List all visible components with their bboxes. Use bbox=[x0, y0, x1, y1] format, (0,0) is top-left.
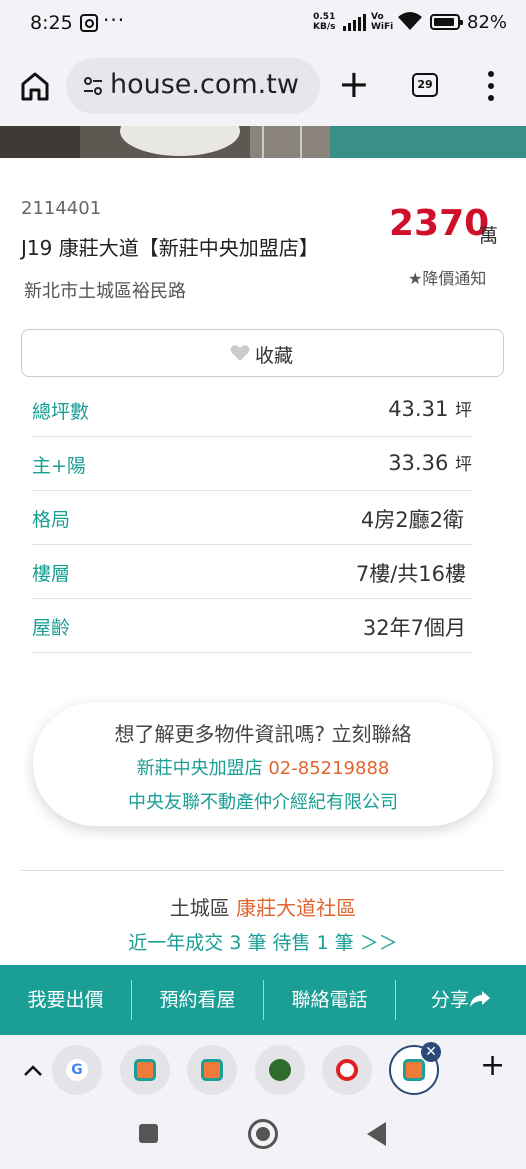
add-tab-button[interactable]: + bbox=[480, 1048, 505, 1083]
vowifi-indicator: Vo WiFi bbox=[371, 12, 393, 32]
spec-row-total-area: 總坪數 43.31 坪 bbox=[31, 383, 472, 437]
spec-unit: 坪 bbox=[455, 455, 472, 475]
house-site-icon bbox=[201, 1059, 223, 1081]
house-site-icon bbox=[403, 1059, 425, 1081]
status-time: 8:25 bbox=[30, 12, 73, 34]
wifi-icon bbox=[398, 12, 422, 30]
spec-label: 主+陽 bbox=[32, 455, 86, 477]
status-bar: 8:25 ··· 0.51 KB/s Vo WiFi 82% bbox=[0, 0, 526, 48]
spec-value: 4房2廳2衛 bbox=[360, 508, 464, 532]
tab-site[interactable] bbox=[255, 1045, 305, 1095]
spec-value: 32年7個月 bbox=[362, 616, 466, 640]
chevron-up-icon[interactable] bbox=[22, 1063, 44, 1077]
spec-number: 43.31 bbox=[388, 397, 449, 421]
system-nav-bar bbox=[0, 1105, 526, 1169]
house-site-icon bbox=[134, 1059, 156, 1081]
company-name: 中央友聯不動產仲介經紀有限公司 bbox=[128, 792, 398, 813]
tab-site[interactable] bbox=[322, 1045, 372, 1095]
favorite-label: 收藏 bbox=[255, 345, 294, 367]
spec-label: 樓層 bbox=[32, 563, 71, 585]
address-bar[interactable]: house.com.tw bbox=[66, 58, 320, 114]
signal-icon bbox=[343, 13, 367, 31]
tab-strip: G + bbox=[0, 1035, 526, 1105]
favorite-button[interactable]: 收藏 bbox=[21, 329, 504, 377]
share-arrow-icon bbox=[470, 991, 490, 1007]
google-icon: G bbox=[66, 1059, 88, 1081]
spec-number: 33.36 bbox=[388, 451, 449, 475]
battery-percentage: 82% bbox=[467, 12, 508, 33]
share-button[interactable]: 分享 bbox=[396, 965, 526, 1035]
close-tab-icon[interactable]: ✕ bbox=[421, 1042, 441, 1062]
battery-icon bbox=[430, 14, 463, 30]
community-name-link[interactable]: 康莊大道社區 bbox=[236, 896, 356, 920]
listing-photo[interactable] bbox=[0, 126, 526, 158]
more-notifications-icon: ··· bbox=[103, 8, 126, 32]
spec-unit: 坪 bbox=[455, 401, 472, 421]
tab-switcher-button[interactable]: 29 bbox=[412, 73, 438, 97]
make-offer-button[interactable]: 我要出價 bbox=[0, 965, 131, 1035]
spec-value: 33.36 坪 bbox=[388, 450, 472, 475]
price-drop-alert-link[interactable]: ★降價通知 bbox=[408, 265, 486, 289]
branch-phone[interactable]: 02-85219888 bbox=[268, 758, 389, 779]
vowifi-bottom: WiFi bbox=[371, 22, 394, 32]
network-speed: 0.51 KB/s bbox=[313, 12, 335, 32]
listing-id: 2114401 bbox=[21, 198, 102, 219]
tab-house[interactable] bbox=[187, 1045, 237, 1095]
spec-row-age: 屋齡 32年7個月 bbox=[31, 599, 472, 653]
tab-google[interactable]: G bbox=[52, 1045, 102, 1095]
spec-label: 屋齡 bbox=[32, 617, 71, 639]
share-label: 分享 bbox=[430, 989, 469, 1011]
spec-row-main-balcony: 主+陽 33.36 坪 bbox=[31, 437, 472, 491]
branch-name: 新莊中央加盟店 bbox=[136, 758, 263, 779]
overflow-menu-icon[interactable] bbox=[487, 71, 495, 101]
instagram-notification-icon bbox=[80, 14, 98, 32]
price-value: 2370 bbox=[389, 203, 490, 244]
community-district: 土城區 bbox=[169, 896, 230, 920]
browser-toolbar: house.com.tw + 29 bbox=[0, 48, 526, 126]
listing-title: J19 康莊大道【新莊中央加盟店】 bbox=[21, 236, 319, 260]
contact-card[interactable]: 想了解更多物件資訊嗎? 立刻聯絡 新莊中央加盟店 02-85219888 中央友… bbox=[33, 702, 493, 826]
heart-icon bbox=[230, 345, 250, 361]
divider bbox=[21, 870, 504, 871]
book-viewing-button[interactable]: 預約看屋 bbox=[132, 965, 263, 1035]
spec-label: 總坪數 bbox=[32, 401, 90, 423]
price-unit: 萬 bbox=[479, 225, 499, 247]
spec-value: 43.31 坪 bbox=[388, 396, 472, 421]
new-tab-button[interactable]: + bbox=[338, 64, 370, 104]
spec-label: 格局 bbox=[32, 509, 71, 531]
listing-address: 新北市土城區裕民路 bbox=[24, 281, 186, 302]
site-logo-icon bbox=[336, 1059, 358, 1081]
back-icon[interactable] bbox=[367, 1122, 386, 1146]
vowifi-top: Vo bbox=[371, 12, 384, 22]
spec-row-floor: 樓層 7樓/共16樓 bbox=[31, 545, 472, 599]
site-settings-icon[interactable] bbox=[82, 75, 104, 97]
site-logo-icon bbox=[269, 1059, 291, 1081]
network-speed-value: 0.51 bbox=[313, 12, 336, 22]
recents-icon[interactable] bbox=[139, 1124, 158, 1143]
community-line: 土城區 康莊大道社區 bbox=[0, 892, 526, 921]
network-speed-unit: KB/s bbox=[313, 22, 336, 32]
spec-row-layout: 格局 4房2廳2衛 bbox=[31, 491, 472, 545]
tab-house[interactable] bbox=[120, 1045, 170, 1095]
contact-branch-line[interactable]: 新莊中央加盟店 02-85219888 bbox=[33, 754, 493, 780]
url-text[interactable]: house.com.tw bbox=[110, 69, 310, 100]
home-nav-icon[interactable] bbox=[248, 1119, 278, 1149]
transaction-summary-link[interactable]: 近一年成交 3 筆 待售 1 筆 ＞＞ bbox=[0, 928, 526, 955]
contact-prompt: 想了解更多物件資訊嗎? 立刻聯絡 bbox=[114, 722, 412, 746]
contact-phone-button[interactable]: 聯絡電話 bbox=[264, 965, 395, 1035]
home-icon[interactable] bbox=[18, 69, 52, 103]
spec-value: 7樓/共16樓 bbox=[355, 562, 466, 586]
action-bar: 我要出價 預約看屋 聯絡電話 分享 bbox=[0, 965, 526, 1035]
